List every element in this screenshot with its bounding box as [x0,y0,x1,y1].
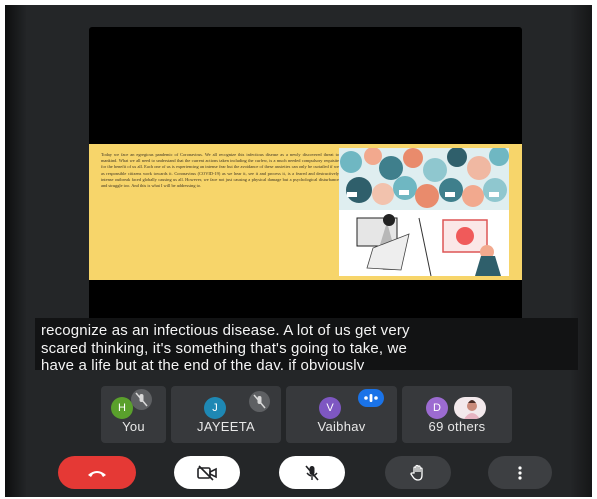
raise-hand-button[interactable] [385,456,451,489]
participant-tile-vaibhav[interactable]: V Vaibhav [286,386,397,443]
raise-hand-icon [410,464,423,481]
participant-tile-you[interactable]: H You [101,386,166,443]
phone-hangup-icon [88,470,106,477]
participant-tile-jayeeta[interactable]: J JAYEETA [171,386,281,443]
avatar: V [319,397,341,419]
left-edge [5,5,27,497]
mic-toggle-button[interactable] [279,456,345,489]
caption-line-2: scared thinking, it's something that's g… [41,339,407,357]
masked-people-illustration [339,148,509,276]
live-captions: recognize as an infectious disease. A lo… [35,318,578,370]
participant-name: Vaibhav [317,419,366,434]
more-options-button[interactable] [488,456,552,489]
avatar: J [204,397,226,419]
participant-tile-others[interactable]: D 69 others [402,386,512,443]
participant-name: 69 others [428,419,486,434]
mic-off-icon [305,464,319,481]
participant-name: You [122,419,145,434]
participant-name: JAYEETA [197,419,255,434]
more-vert-icon [518,465,522,480]
right-edge [570,5,592,497]
caption-line-1: recognize as an infectious disease. A lo… [41,322,410,339]
presentation-screen[interactable]: Today we face an egregious pandemic of C… [89,27,522,352]
participant-photo-avatar [454,397,486,419]
mic-off-icon [131,389,152,410]
speaking-indicator-icon [358,389,384,407]
presentation-slide: Today we face an egregious pandemic of C… [89,144,522,280]
avatar: D [426,397,448,419]
caption-line-3: have a life but at the end of the day, i… [41,357,365,370]
camera-off-icon [197,464,217,481]
slide-text: Today we face an egregious pandemic of C… [101,152,339,189]
camera-toggle-button[interactable] [174,456,240,489]
avatar: H [111,397,133,419]
end-call-button[interactable] [58,456,136,489]
slide-illustration [339,148,509,276]
mic-off-icon [249,391,270,412]
